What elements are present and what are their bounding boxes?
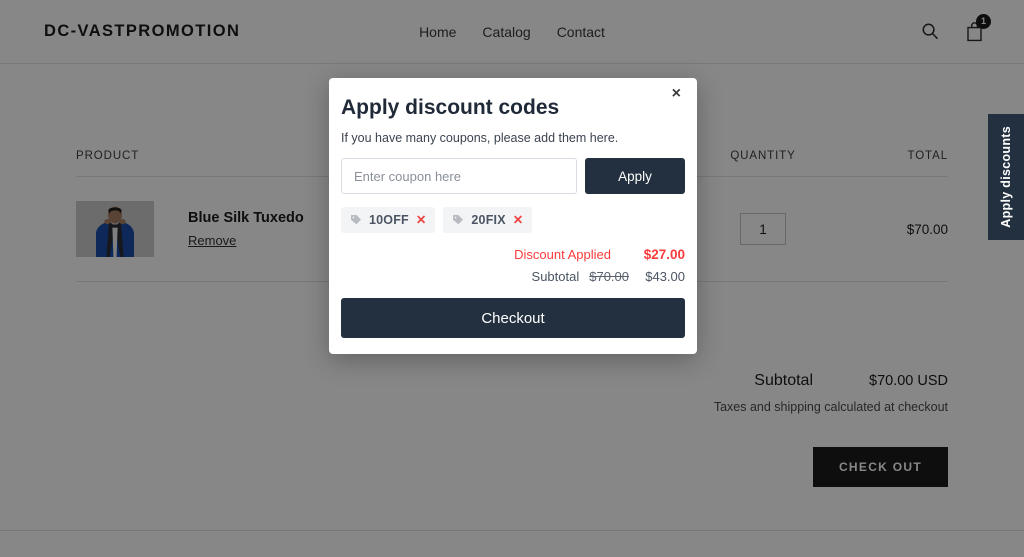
coupon-input[interactable]	[341, 158, 577, 194]
modal-subtotal-original: $70.00	[589, 269, 629, 284]
remove-coupon-icon[interactable]: ✕	[513, 214, 523, 227]
close-icon[interactable]: ×	[666, 82, 687, 106]
modal-checkout-button[interactable]: Checkout	[341, 298, 685, 338]
remove-coupon-icon[interactable]: ✕	[416, 214, 426, 227]
apply-coupon-button[interactable]: Apply	[585, 158, 685, 194]
modal-subtotal-row: Subtotal $70.00 $43.00	[341, 269, 685, 284]
discount-applied-value: $27.00	[643, 247, 685, 262]
coupon-chip-code: 10OFF	[369, 213, 409, 227]
modal-totals: Discount Applied $27.00 Subtotal $70.00 …	[341, 247, 685, 284]
discount-applied-label: Discount Applied	[514, 247, 611, 262]
modal-subtitle: If you have many coupons, please add the…	[341, 131, 619, 145]
page-root: DC-VASTPROMOTION Home Catalog Contact 1 …	[0, 0, 1024, 557]
discount-applied-row: Discount Applied $27.00	[341, 247, 685, 262]
coupon-chip[interactable]: 10OFF ✕	[341, 207, 436, 233]
modal-subtotal-label: Subtotal	[531, 269, 580, 284]
tag-icon	[453, 215, 464, 225]
apply-discounts-tab-label: Apply discounts	[999, 126, 1013, 228]
coupon-chip-code: 20FIX	[471, 213, 506, 227]
modal-title: Apply discount codes	[341, 96, 560, 119]
discount-modal: × Apply discount codes If you have many …	[329, 78, 697, 354]
coupon-chip[interactable]: 20FIX ✕	[443, 207, 533, 233]
applied-coupons-list: 10OFF ✕ 20FIX ✕	[341, 207, 685, 233]
apply-discounts-tab[interactable]: Apply discounts	[988, 114, 1024, 240]
coupon-entry-row: Apply	[341, 158, 685, 194]
tag-icon	[351, 215, 361, 225]
modal-subtotal-value: $43.00	[645, 269, 685, 284]
